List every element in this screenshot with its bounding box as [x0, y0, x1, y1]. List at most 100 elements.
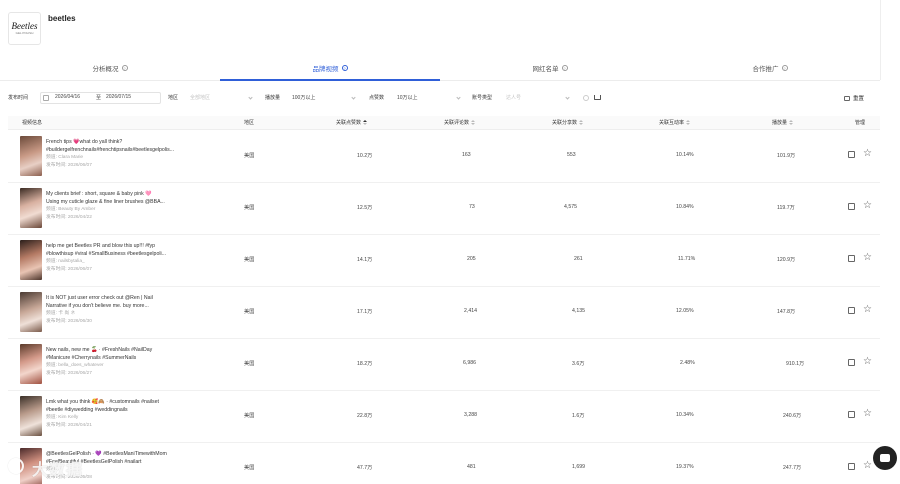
- question-circle-icon[interactable]: ?: [121, 65, 128, 71]
- table-row[interactable]: It is NOT just user error check out @Ren…: [8, 287, 880, 339]
- col-shares[interactable]: 关联分享数: [552, 119, 584, 126]
- chevron-down-icon: [351, 95, 356, 100]
- tab-promotion[interactable]: 合作推广?: [660, 56, 880, 80]
- question-circle-icon[interactable]: ?: [781, 65, 788, 71]
- watermark-text: 大数据: [32, 462, 84, 479]
- views-select[interactable]: 100万以上: [292, 94, 315, 101]
- cell-region: 美国: [244, 465, 255, 471]
- video-info: help me get Beetles PR and blow this up!…: [46, 242, 206, 274]
- cell-comments: 205: [467, 256, 476, 262]
- video-caption[interactable]: Using my cuticle glaze & fine liner brus…: [46, 198, 206, 206]
- star-icon[interactable]: ☆: [863, 305, 872, 315]
- reset-button[interactable]: 重置: [844, 92, 879, 104]
- col-comments[interactable]: 关联评论数: [444, 119, 476, 126]
- video-caption[interactable]: It is NOT just user error check out @Ren…: [46, 294, 206, 302]
- likes-select[interactable]: 10万以上: [397, 94, 418, 101]
- video-thumbnail[interactable]: [20, 240, 42, 280]
- star-icon[interactable]: ☆: [863, 201, 872, 211]
- sort-icon[interactable]: [686, 120, 691, 125]
- cell-engagement: 11.71%: [678, 256, 696, 262]
- star-icon[interactable]: ☆: [863, 357, 872, 367]
- video-caption[interactable]: #blowthisup #viral #SmallBusiness #beetl…: [46, 250, 206, 258]
- tab-overview[interactable]: 分析概况?: [0, 56, 220, 80]
- document-icon[interactable]: [848, 203, 855, 210]
- cell-shares: 1.6万: [572, 413, 585, 419]
- likes-label: 点赞数: [369, 95, 385, 101]
- col-manage: 管理: [855, 120, 866, 126]
- col-engagement-label: 关联互动率: [659, 120, 685, 126]
- date-end[interactable]: 2026/07/15: [106, 94, 131, 100]
- tab-influencer-list[interactable]: 网红名单?: [440, 56, 660, 80]
- channel-name[interactable]: 卡 尚 ネ: [58, 311, 75, 316]
- cell-region: 美国: [244, 361, 255, 367]
- video-caption[interactable]: My clients brief : short, square & baby …: [46, 190, 206, 198]
- cell-engagement: 19.37%: [676, 464, 694, 470]
- question-circle-icon[interactable]: ?: [561, 65, 568, 71]
- reset-icon: [844, 95, 850, 101]
- video-caption[interactable]: New nails, new me 🍒 · #FreshNails #NailD…: [46, 346, 206, 354]
- video-caption[interactable]: French tips 💗what do yall think?: [46, 138, 206, 146]
- video-caption[interactable]: Narrative if you don't believe me. buy m…: [46, 302, 206, 310]
- table-row[interactable]: My clients brief : short, square & baby …: [8, 183, 880, 235]
- document-icon[interactable]: [848, 411, 855, 418]
- channel-name[interactable]: Clara Marie: [58, 155, 83, 160]
- table-row[interactable]: help me get Beetles PR and blow this up!…: [8, 235, 880, 287]
- video-caption[interactable]: #Manicure #Cherrynails #SummerNails: [46, 354, 206, 362]
- sort-icon[interactable]: [789, 120, 794, 125]
- sort-icon[interactable]: [579, 120, 584, 125]
- channel-name[interactable]: nailsbytalia_: [58, 259, 84, 264]
- table-row[interactable]: Lmk what you think 🥰🙈 · #customnails #na…: [8, 391, 880, 443]
- col-views[interactable]: 播放量: [772, 119, 794, 126]
- date-start[interactable]: 2026/04/16: [55, 94, 80, 100]
- tab-brand-videos[interactable]: 品牌视频?: [220, 56, 440, 81]
- chat-button[interactable]: [873, 446, 897, 470]
- col-likes[interactable]: 关联点赞数: [336, 119, 368, 126]
- brand-name: beetles: [48, 14, 76, 23]
- col-engagement[interactable]: 关联互动率: [659, 119, 691, 126]
- document-icon[interactable]: [848, 359, 855, 366]
- star-icon[interactable]: ☆: [863, 409, 872, 419]
- region-select[interactable]: 全部地区: [190, 94, 210, 101]
- video-thumbnail[interactable]: [20, 136, 42, 176]
- document-icon[interactable]: [848, 255, 855, 262]
- sort-icon[interactable]: [471, 120, 476, 125]
- sort-icon[interactable]: [363, 120, 368, 125]
- cell-views: 240.6万: [783, 413, 802, 419]
- document-icon[interactable]: [848, 307, 855, 314]
- video-publish-time: 发布时间: 2026/06/27: [46, 371, 92, 376]
- star-icon[interactable]: ☆: [863, 149, 872, 159]
- col-views-label: 播放量: [772, 120, 788, 126]
- document-icon[interactable]: [848, 151, 855, 158]
- account-type-select[interactable]: 达人号: [506, 94, 521, 101]
- col-video-info: 视频信息: [22, 120, 43, 126]
- video-info: It is NOT just user error check out @Ren…: [46, 294, 206, 326]
- toggle-circle[interactable]: [583, 95, 589, 101]
- document-icon[interactable]: [848, 463, 855, 470]
- video-caption[interactable]: help me get Beetles PR and blow this up!…: [46, 242, 206, 250]
- table-row[interactable]: French tips 💗what do yall think? #builde…: [8, 131, 880, 183]
- video-caption[interactable]: #buildergelfrenchnails#frenchtipsnails#b…: [46, 146, 206, 154]
- cell-engagement: 10.34%: [676, 412, 694, 418]
- publish-label: 发布时间: [46, 371, 66, 376]
- publish-date: 2026/06/07: [67, 163, 92, 168]
- col-shares-label: 关联分享数: [552, 120, 578, 126]
- cell-region: 美国: [244, 153, 255, 159]
- channel-name[interactable]: Kim Kelly: [58, 415, 78, 420]
- question-circle-icon[interactable]: ?: [341, 65, 348, 71]
- video-thumbnail[interactable]: [20, 188, 42, 228]
- video-thumbnail[interactable]: [20, 292, 42, 332]
- cart-icon[interactable]: [594, 95, 601, 100]
- video-caption[interactable]: Lmk what you think 🥰🙈 · #customnails #na…: [46, 398, 206, 406]
- cell-region: 美国: [244, 205, 255, 211]
- channel-name[interactable]: bella_does_whatever: [58, 363, 103, 368]
- cell-shares: 261: [574, 256, 583, 262]
- star-icon[interactable]: ☆: [863, 253, 872, 263]
- table-row[interactable]: New nails, new me 🍒 · #FreshNails #NailD…: [8, 339, 880, 391]
- publish-date: 2026/04/21: [67, 423, 92, 428]
- channel-name[interactable]: Beauty By Amber: [58, 207, 95, 212]
- video-thumbnail[interactable]: [20, 396, 42, 436]
- video-caption[interactable]: #beetle #diywedding #weddingnails: [46, 406, 206, 414]
- brand-logo: Beetles GEL POLISH: [8, 12, 41, 45]
- star-icon[interactable]: ☆: [863, 461, 872, 471]
- video-thumbnail[interactable]: [20, 344, 42, 384]
